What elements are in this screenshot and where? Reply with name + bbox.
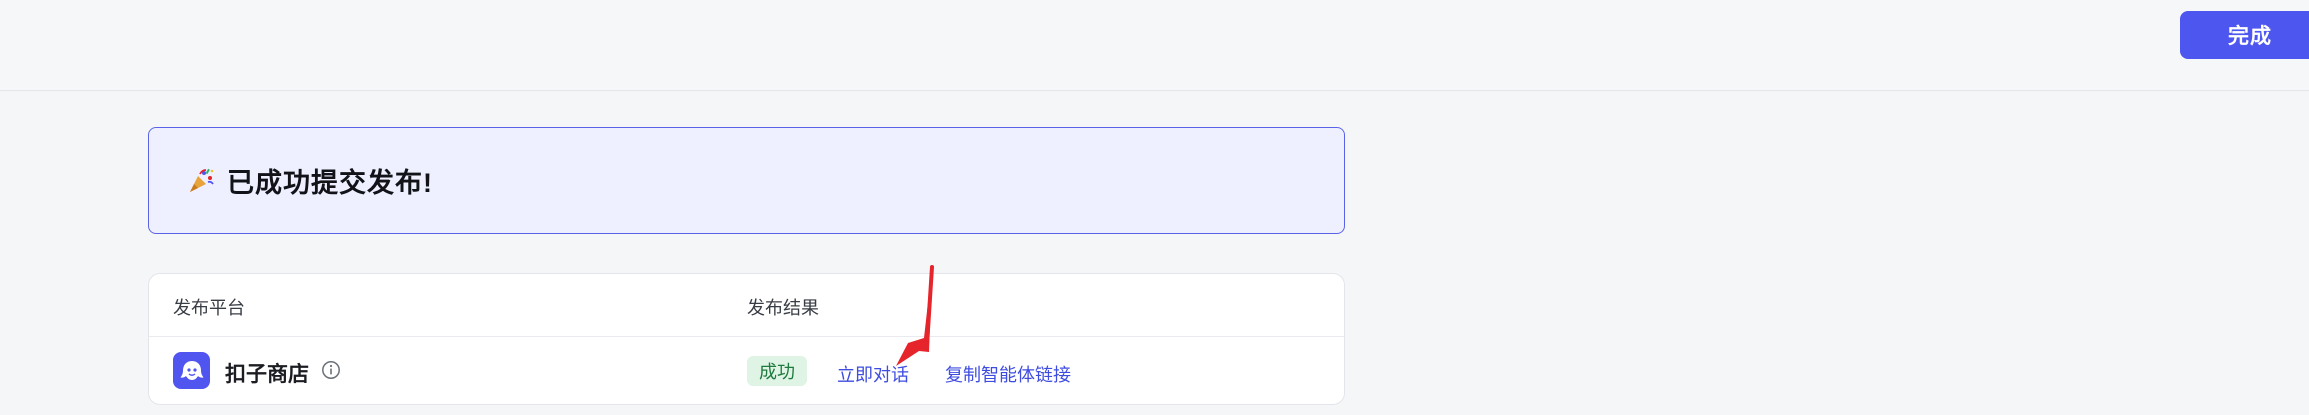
platform-name: 扣子商店 (225, 363, 309, 386)
table-header: 发布平台 发布结果 (149, 274, 1344, 337)
status-badge: 成功 (747, 356, 807, 386)
column-header-result: 发布结果 (747, 298, 819, 318)
table-row: 扣子商店 成功 立即对话 复制智能体链接 (149, 337, 1344, 404)
done-button[interactable]: 完成 (2180, 11, 2309, 59)
publish-result-card: 发布平台 发布结果 扣子商店 成功 立即对话 复制智能体链接 (148, 273, 1345, 405)
success-banner: 已成功提交发布! (148, 127, 1345, 234)
top-bar: 完成 (0, 0, 2309, 91)
column-header-platform: 发布平台 (173, 298, 245, 318)
info-icon[interactable] (321, 360, 341, 380)
start-chat-link[interactable]: 立即对话 (837, 361, 909, 387)
banner-title: 已成功提交发布! (227, 168, 433, 198)
coze-logo-icon (173, 352, 210, 389)
party-popper-icon (190, 168, 214, 192)
copy-agent-link[interactable]: 复制智能体链接 (945, 361, 1071, 387)
